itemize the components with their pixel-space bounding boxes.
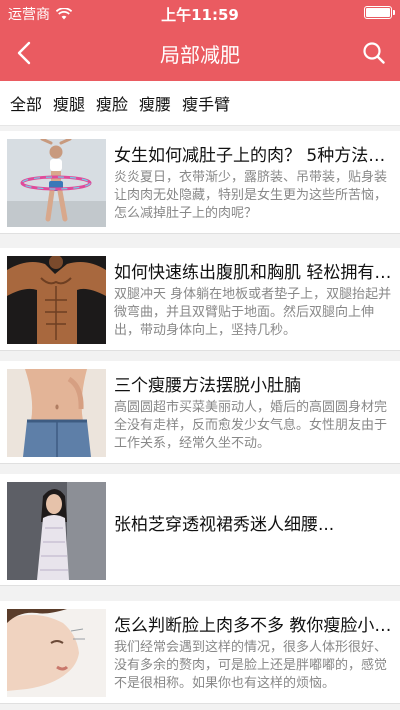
article-list: 女生如何减肚子上的肉？ 5种方法让你减掉大肚腩 炎炎夏日，衣带渐少，露脐装、吊带…	[0, 131, 400, 710]
hula-hoop-woman-image	[7, 139, 106, 227]
article-item[interactable]: 怎么判断脸上肉多不多 教你瘦脸小窍门 我们经常会遇到这样的情况，很多人体形很好、…	[0, 601, 400, 704]
article-title: 女生如何减肚子上的肉？ 5种方法让你减掉大肚腩	[114, 146, 392, 166]
status-time: 上午11:59	[161, 6, 239, 24]
article-item[interactable]: 如何快速练出腹肌和胸肌 轻松拥有完美身材 双腿冲天 身体躺在地板或者垫子上，双腿…	[0, 248, 400, 351]
nav-bar: 局部减肥	[0, 26, 400, 81]
article-title: 怎么判断脸上肉多不多 教你瘦脸小窍门	[114, 616, 392, 636]
article-thumbnail	[7, 609, 106, 697]
article-item[interactable]: 三个瘦腰方法摆脱小肚腩 高圆圆超市买菜美丽动人，婚后的高圆圆身材完全没有走样，反…	[0, 361, 400, 464]
article-title: 三个瘦腰方法摆脱小肚腩	[114, 376, 301, 396]
search-icon	[363, 42, 385, 64]
article-item[interactable]: 女生如何减肚子上的肉？ 5种方法让你减掉大肚腩 炎炎夏日，衣带渐少，露脐装、吊带…	[0, 131, 400, 234]
article-summary: 双腿冲天 身体躺在地板或者垫子上，双腿抬起并微弯曲，并且双臂贴于地面。然后双腿向…	[114, 287, 392, 338]
article-thumbnail	[7, 256, 106, 344]
article-thumbnail	[7, 139, 106, 227]
celebrity-dress-image	[7, 482, 106, 580]
article-title: 张柏芝穿透视裙秀迷人细腰...	[114, 515, 335, 535]
article-thumbnail	[7, 482, 106, 580]
article-title: 如何快速练出腹肌和胸肌 轻松拥有完美身材	[114, 263, 392, 283]
muscular-torso-image	[7, 256, 106, 344]
face-profile-image	[7, 609, 106, 697]
tab-slim-legs[interactable]: 瘦腿	[53, 91, 85, 115]
article-summary: 高圆圆超市买菜美丽动人，婚后的高圆圆身材完全没有走样，反而愈发少女气息。女性朋友…	[114, 400, 388, 451]
page-title: 局部减肥	[160, 43, 240, 67]
tab-slim-arms[interactable]: 瘦手臂	[182, 91, 230, 115]
back-button[interactable]	[6, 34, 42, 72]
battery-level	[366, 8, 390, 17]
article-summary: 我们经常会遇到这样的情况，很多人体形很好、没有多余的赘肉，可是脸上还是胖嘟嘟的，…	[114, 640, 388, 691]
tab-slim-face[interactable]: 瘦脸	[96, 91, 128, 115]
tab-slim-waist[interactable]: 瘦腰	[139, 91, 171, 115]
search-button[interactable]	[356, 34, 392, 72]
header: 运营商 上午11:59 局部减肥	[0, 0, 400, 81]
article-summary: 炎炎夏日，衣带渐少，露脐装、吊带装，贴身装让肉肉无处隐藏，特别是女生更为这些所苦…	[114, 170, 388, 221]
category-tabs: 全部 瘦腿 瘦脸 瘦腰 瘦手臂	[0, 81, 400, 126]
battery-icon	[364, 6, 395, 19]
article-thumbnail	[7, 369, 106, 457]
chevron-left-icon	[17, 41, 31, 65]
status-bar: 运营商 上午11:59	[0, 0, 400, 26]
tab-all[interactable]: 全部	[10, 91, 42, 115]
article-item[interactable]: 张柏芝穿透视裙秀迷人细腰...	[0, 474, 400, 586]
waist-jeans-image	[7, 369, 106, 457]
